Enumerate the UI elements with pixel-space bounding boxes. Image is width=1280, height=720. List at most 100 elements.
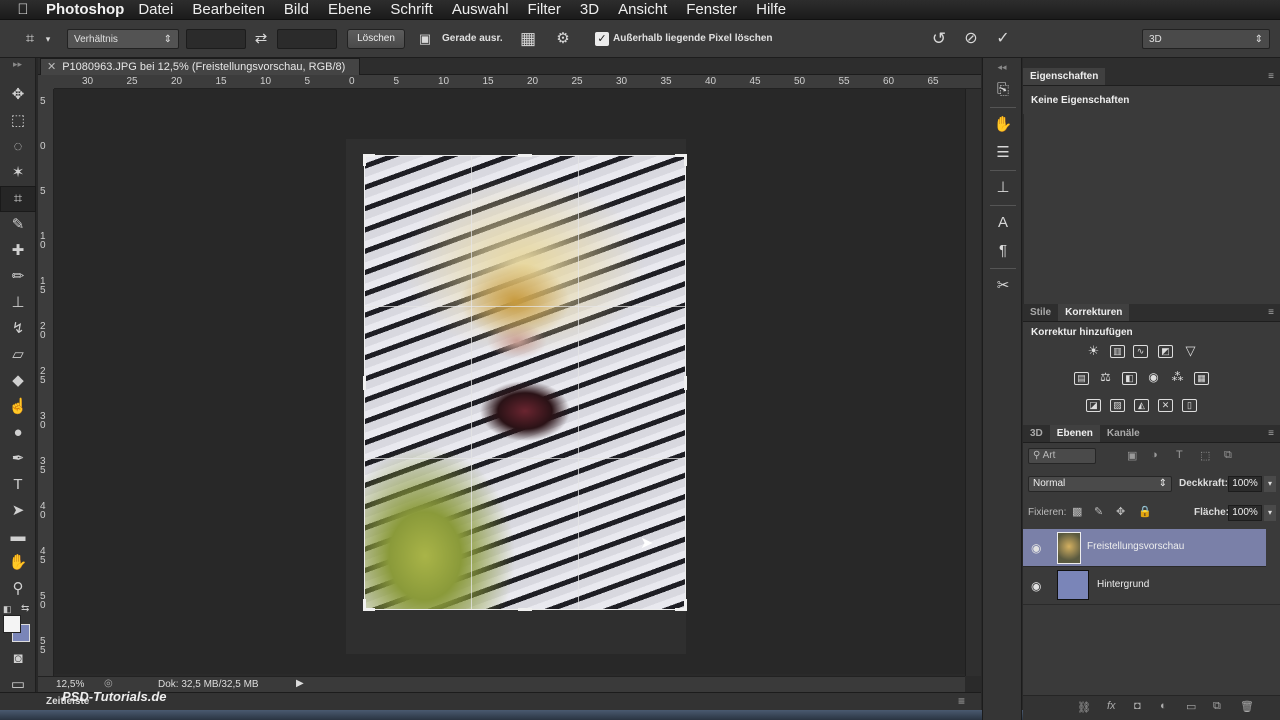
tool-presets-icon[interactable]: ✂	[983, 272, 1023, 300]
quick-mask-icon[interactable]: ◙	[0, 646, 36, 672]
healing-brush-tool-icon[interactable]: ✚	[0, 238, 36, 264]
history-icon[interactable]: ⎘	[983, 76, 1023, 104]
document-tab[interactable]: ✕ P1080963.JPG bei 12,5% (Freistellungsvo…	[40, 58, 360, 75]
gear-icon[interactable]: ⚙	[552, 29, 574, 49]
foreground-color-swatch[interactable]	[3, 615, 21, 633]
swap-colors-icon[interactable]: ⇆	[21, 603, 29, 614]
color-balance-icon[interactable]: ⚖	[1098, 371, 1113, 385]
photo-filter-icon[interactable]: ◉	[1146, 371, 1161, 385]
delete-pixels-checkbox[interactable]: ✓	[595, 32, 609, 46]
swap-icon[interactable]: ⇄	[250, 29, 272, 49]
ratio-select[interactable]: Verhältnis ⇕	[67, 29, 179, 49]
tab-layers[interactable]: Ebenen	[1049, 425, 1100, 442]
canvas[interactable]: ➤	[54, 89, 965, 674]
clone-source-icon[interactable]: ⊥	[983, 174, 1023, 202]
hand-tool-icon[interactable]: ✋	[0, 550, 36, 576]
new-group-icon[interactable]: ▭	[1186, 700, 1196, 713]
menu-ebene[interactable]: Ebene	[328, 1, 371, 18]
crop-preview-image[interactable]	[364, 155, 686, 610]
menu-bearbeiten[interactable]: Bearbeiten	[192, 1, 265, 18]
zoom-tool-icon[interactable]: ⚲	[0, 576, 36, 602]
lock-transparency-icon[interactable]: ▩	[1072, 505, 1082, 518]
crop-handle-top-left[interactable]	[363, 154, 366, 166]
layer-filter-select[interactable]: ⚲ Art	[1028, 448, 1096, 464]
color-lookup-icon[interactable]: ▦	[1194, 372, 1209, 385]
play-icon[interactable]: ▶	[296, 678, 304, 689]
blend-mode-select[interactable]: Normal ⇕	[1028, 476, 1172, 492]
horizontal-ruler[interactable]: 30 25 20 15 10 5 0 5 10 15 20 25 30 35 40 45 50 55 60 65	[54, 75, 981, 89]
filter-type-icon[interactable]: T	[1176, 449, 1183, 461]
filter-pixel-icon[interactable]: ▣	[1127, 449, 1137, 462]
cancel-icon[interactable]: ⊘	[960, 29, 982, 49]
height-field[interactable]	[277, 29, 337, 49]
crop-handle-right[interactable]	[684, 376, 687, 390]
marquee-tool-icon[interactable]: ⬚	[0, 108, 36, 134]
apple-icon[interactable]: 	[0, 1, 46, 18]
menu-filter[interactable]: Filter	[528, 1, 561, 18]
channel-mixer-icon[interactable]: ⁂	[1170, 371, 1185, 385]
levels-icon[interactable]: ▥	[1110, 345, 1125, 358]
panel-menu-icon[interactable]: ≡	[1268, 304, 1274, 322]
menu-bild[interactable]: Bild	[284, 1, 309, 18]
hue-saturation-icon[interactable]: ▤	[1074, 372, 1089, 385]
trash-icon[interactable]: 🗑	[1240, 700, 1254, 713]
vertical-ruler[interactable]: 5 0 5 1 0 1 5 2 0 2 5 3 0 3 5 4 0 4 5 5 0 5 5	[38, 89, 54, 681]
history-brush-tool-icon[interactable]: ↯	[0, 316, 36, 342]
new-layer-icon[interactable]: ⧉	[1213, 700, 1221, 713]
straighten-icon[interactable]: ▣	[414, 29, 436, 49]
tab-adjustments[interactable]: Korrekturen	[1058, 304, 1130, 321]
fx-icon[interactable]: fx	[1107, 700, 1116, 712]
brush-tool-icon[interactable]: ✏	[0, 264, 36, 290]
filter-smart-icon[interactable]: ⧉	[1224, 449, 1232, 462]
commit-check-icon[interactable]: ✓	[992, 29, 1014, 49]
collapse-icon[interactable]: ▸▸	[0, 58, 35, 82]
eraser-tool-icon[interactable]: ▱	[0, 342, 36, 368]
crop-handle-top-right[interactable]	[684, 154, 687, 166]
path-selection-tool-icon[interactable]: ➤	[0, 498, 36, 524]
tab-properties[interactable]: Eigenschaften	[1023, 68, 1106, 85]
menu-schrift[interactable]: Schrift	[390, 1, 433, 18]
brush-presets-icon[interactable]: ✋	[983, 111, 1023, 139]
layer-row[interactable]: ◉ Hintergrund	[1023, 567, 1280, 605]
width-field[interactable]	[186, 29, 246, 49]
link-layers-icon[interactable]: ⛓	[1077, 701, 1091, 714]
crop-handle-bottom-left[interactable]	[363, 599, 366, 611]
crop-tool-icon[interactable]: ⌗	[0, 186, 36, 212]
new-adjustment-icon[interactable]: ◐	[1160, 700, 1167, 712]
tab-3d[interactable]: 3D	[1023, 425, 1050, 442]
fill-dropdown-icon[interactable]: ▾	[1264, 505, 1276, 521]
close-icon[interactable]: ✕	[47, 61, 56, 73]
adjust-sliders-icon[interactable]: ☰	[983, 139, 1023, 167]
exposure-icon[interactable]: ◩	[1158, 345, 1173, 358]
threshold-icon[interactable]: ◭	[1134, 399, 1149, 412]
lock-position-icon[interactable]: ✥	[1116, 505, 1125, 518]
tab-styles[interactable]: Stile	[1023, 304, 1058, 321]
menu-hilfe[interactable]: Hilfe	[756, 1, 786, 18]
opacity-dropdown-icon[interactable]: ▾	[1264, 476, 1276, 492]
lock-pixels-icon[interactable]: ✎	[1094, 505, 1103, 518]
chevron-down-icon[interactable]: ▾	[42, 29, 54, 49]
clear-button[interactable]: Löschen	[347, 29, 405, 49]
menu-fenster[interactable]: Fenster	[686, 1, 737, 18]
pen-tool-icon[interactable]: ✒	[0, 446, 36, 472]
invert-icon[interactable]: ◪	[1086, 399, 1101, 412]
add-mask-icon[interactable]: ◘	[1134, 700, 1141, 712]
tab-channels[interactable]: Kanäle	[1100, 425, 1147, 442]
default-colors-icon[interactable]: ◧	[3, 604, 12, 615]
layer-row[interactable]: ◉ Freistellungsvorschau	[1023, 529, 1266, 567]
eyedropper-tool-icon[interactable]: ✎	[0, 212, 36, 238]
black-white-icon[interactable]: ◧	[1122, 372, 1137, 385]
menu-ansicht[interactable]: Ansicht	[618, 1, 667, 18]
brightness-icon[interactable]: ☀	[1086, 344, 1101, 358]
posterize-icon[interactable]: ▨	[1110, 399, 1125, 412]
expand-panels-icon[interactable]: ◂◂	[983, 58, 1021, 76]
paint-bucket-tool-icon[interactable]: ◆	[0, 368, 36, 394]
crop-handle-left[interactable]	[363, 376, 366, 390]
layer-name[interactable]: Freistellungsvorschau	[1087, 541, 1184, 552]
crop-tool-preset-icon[interactable]: ⌗	[18, 29, 42, 49]
smudge-tool-icon[interactable]: ☝	[0, 394, 36, 420]
selective-color-icon[interactable]: ✕	[1158, 399, 1173, 412]
move-tool-icon[interactable]: ✥	[0, 82, 36, 108]
clone-stamp-tool-icon[interactable]: ⊥	[0, 290, 36, 316]
ruler-origin[interactable]	[38, 75, 54, 89]
